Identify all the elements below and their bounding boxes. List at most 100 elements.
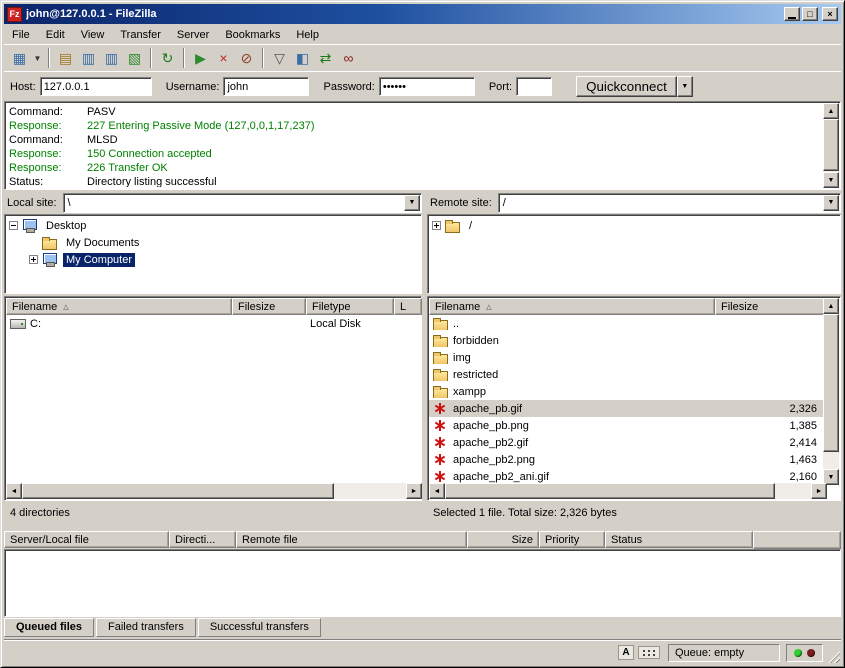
sync-browsing-button[interactable]: ⇄ bbox=[314, 47, 337, 69]
apache_pb2.png[interactable]: apache_pb2.png 1,463 bbox=[429, 451, 827, 468]
file-name: apache_pb.gif bbox=[453, 403, 522, 415]
log-line-type: Response: bbox=[9, 161, 87, 175]
quickconnect-dropdown-icon[interactable]: ▼ bbox=[677, 76, 693, 97]
cancel-button[interactable]: × bbox=[212, 47, 235, 69]
menu-item[interactable]: View bbox=[73, 27, 113, 43]
tree-item-label: My Computer bbox=[63, 253, 135, 267]
site-manager-dropdown[interactable]: ▼ bbox=[31, 47, 44, 69]
column-header[interactable]: Filesize bbox=[715, 298, 827, 315]
scroll-thumb[interactable] bbox=[22, 483, 334, 499]
xampp[interactable]: xampp bbox=[429, 383, 827, 400]
chevron-down-icon[interactable]: ▼ bbox=[404, 195, 420, 211]
apache_pb.gif[interactable]: apache_pb.gif 2,326 bbox=[429, 400, 827, 417]
menu-item[interactable]: Transfer bbox=[112, 27, 169, 43]
scroll-down-icon[interactable]: ▼ bbox=[823, 172, 839, 188]
host-input[interactable] bbox=[40, 77, 152, 96]
file-size: 1,385 bbox=[715, 420, 827, 432]
maximize-button[interactable]: □ bbox=[802, 7, 818, 21]
disconnect-button[interactable]: ⊘ bbox=[235, 47, 258, 69]
log-scrollbar[interactable]: ▲ ▼ bbox=[823, 103, 839, 188]
queue-tab[interactable]: Queued files bbox=[4, 618, 94, 637]
menu-item[interactable]: Edit bbox=[38, 27, 73, 43]
local-site-combobox[interactable]: \ ▼ bbox=[63, 193, 422, 213]
expand-toggle-icon[interactable] bbox=[9, 221, 18, 230]
queue-column-header[interactable]: Server/Local file bbox=[4, 531, 169, 548]
queue-tab[interactable]: Failed transfers bbox=[96, 618, 196, 637]
scroll-left-icon[interactable]: ◄ bbox=[6, 483, 22, 499]
remote-site-bar: Remote site: / ▼ bbox=[427, 192, 841, 213]
file-size: 2,160 bbox=[715, 471, 827, 483]
expand-toggle-icon[interactable] bbox=[432, 221, 441, 230]
directory-compare-button[interactable]: ◧ bbox=[291, 47, 314, 69]
scroll-thumb[interactable] bbox=[823, 314, 839, 452]
remote-site-combobox[interactable]: / ▼ bbox=[498, 193, 841, 213]
remote-horizontal-scrollbar[interactable]: ◄ ► bbox=[429, 483, 827, 499]
local-site-value: \ bbox=[68, 197, 71, 209]
process-queue-button[interactable]: ▶ bbox=[189, 47, 212, 69]
img[interactable]: img bbox=[429, 349, 827, 366]
chevron-down-icon[interactable]: ▼ bbox=[823, 195, 839, 211]
queue-tab[interactable]: Successful transfers bbox=[198, 618, 321, 637]
toolbar-separator bbox=[262, 48, 264, 68]
restricted[interactable]: restricted bbox=[429, 366, 827, 383]
expand-toggle-icon[interactable] bbox=[29, 255, 38, 264]
column-header[interactable]: Filesize bbox=[232, 298, 306, 315]
port-input[interactable] bbox=[516, 77, 552, 96]
apache_pb2.gif[interactable]: apache_pb2.gif 2,414 bbox=[429, 434, 827, 451]
username-input[interactable] bbox=[223, 77, 309, 96]
quickconnect-button[interactable]: Quickconnect bbox=[576, 76, 677, 97]
tree-item[interactable]: My Computer bbox=[5, 251, 421, 268]
local-horizontal-scrollbar[interactable]: ◄ ► bbox=[6, 483, 422, 499]
scroll-right-icon[interactable]: ► bbox=[406, 483, 422, 499]
queue-column-header[interactable]: Status bbox=[605, 531, 753, 548]
directory-filter-button[interactable]: ▽ bbox=[268, 47, 291, 69]
column-header[interactable]: Filename bbox=[6, 298, 232, 315]
forbidden[interactable]: forbidden bbox=[429, 332, 827, 349]
apache_pb.png[interactable]: apache_pb.png 1,385 bbox=[429, 417, 827, 434]
resize-grip[interactable] bbox=[827, 650, 840, 663]
queue-column-header[interactable]: Remote file bbox=[236, 531, 467, 548]
C:[interactable]: C: Local Disk bbox=[6, 315, 422, 332]
..[interactable]: .. bbox=[429, 315, 827, 332]
file-size: 2,326 bbox=[715, 403, 827, 415]
queue-column-header[interactable]: Directi... bbox=[169, 531, 236, 548]
queue-column-header[interactable]: Priority bbox=[539, 531, 605, 548]
minimize-button[interactable] bbox=[784, 7, 800, 21]
ascii-mode-icon: A bbox=[618, 645, 634, 660]
scroll-up-icon[interactable]: ▲ bbox=[823, 103, 839, 119]
menu-item[interactable]: Bookmarks bbox=[217, 27, 288, 43]
column-header[interactable]: L bbox=[394, 298, 422, 315]
scroll-right-icon[interactable]: ► bbox=[811, 483, 827, 499]
menu-item[interactable]: Server bbox=[169, 27, 217, 43]
scroll-left-icon[interactable]: ◄ bbox=[429, 483, 445, 499]
queue-column-header[interactable]: Size bbox=[467, 531, 539, 548]
remote-vertical-scrollbar[interactable]: ▲ ▼ bbox=[823, 298, 839, 485]
menu-item[interactable]: File bbox=[4, 27, 38, 43]
toggle-message-log-button[interactable]: ▤ bbox=[54, 47, 77, 69]
file-icon bbox=[433, 385, 449, 398]
queue-list[interactable] bbox=[4, 549, 841, 617]
scroll-up-icon[interactable]: ▲ bbox=[823, 298, 839, 314]
menu-item[interactable]: Help bbox=[288, 27, 327, 43]
find-files-button[interactable]: ∞ bbox=[337, 47, 360, 69]
message-log: Command:PASVResponse:227 Entering Passiv… bbox=[4, 101, 841, 190]
refresh-button[interactable]: ↻ bbox=[156, 47, 179, 69]
tree-item[interactable]: Desktop bbox=[5, 217, 421, 234]
scroll-thumb[interactable] bbox=[445, 483, 775, 499]
title-bar[interactable]: Fz john@127.0.0.1 - FileZilla □ × bbox=[4, 4, 841, 24]
password-input[interactable] bbox=[379, 77, 475, 96]
remote-site-label: Remote site: bbox=[427, 197, 498, 209]
tree-item[interactable]: / bbox=[428, 217, 840, 234]
column-header[interactable]: Filename bbox=[429, 298, 715, 315]
close-button[interactable]: × bbox=[822, 7, 838, 21]
toggle-queue-button[interactable]: ▧ bbox=[123, 47, 146, 69]
scroll-thumb[interactable] bbox=[823, 119, 839, 171]
receive-activity-led bbox=[794, 649, 802, 657]
toggle-remote-tree-button[interactable]: ▥ bbox=[100, 47, 123, 69]
file-name: restricted bbox=[453, 369, 498, 381]
toolbar-button-icon: ▼ bbox=[34, 54, 42, 63]
site-manager-button[interactable]: ▦ bbox=[8, 47, 31, 69]
toggle-local-tree-button[interactable]: ▥ bbox=[77, 47, 100, 69]
tree-item[interactable]: My Documents bbox=[5, 234, 421, 251]
column-header[interactable]: Filetype bbox=[306, 298, 394, 315]
